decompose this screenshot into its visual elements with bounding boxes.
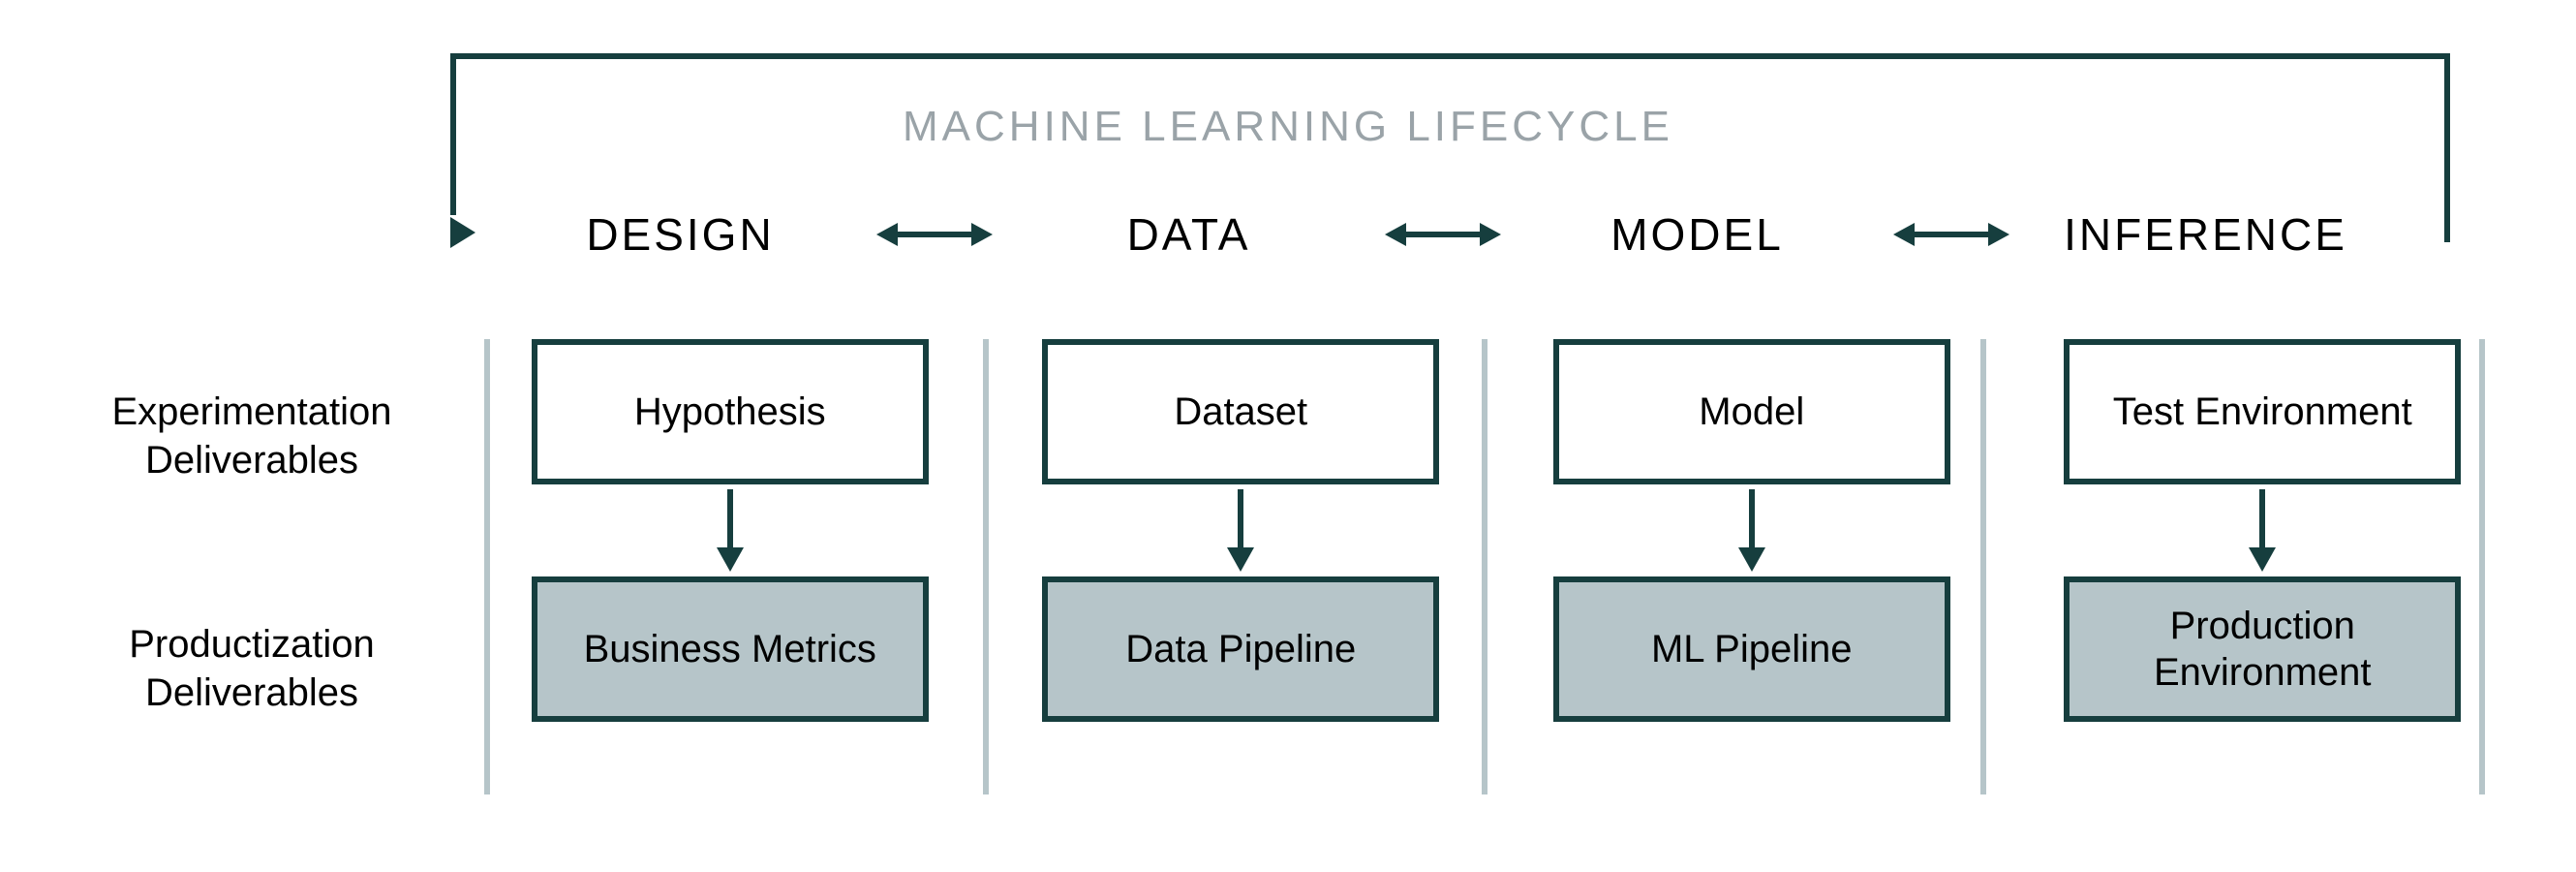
box-ml-pipeline: ML Pipeline xyxy=(1553,576,1950,722)
column-model: Model ML Pipeline xyxy=(1496,339,2008,722)
stage-data: DATA xyxy=(1002,208,1375,261)
bi-arrow-icon xyxy=(1385,217,1501,252)
stage-model: MODEL xyxy=(1511,208,1884,261)
column-design: Hypothesis Business Metrics xyxy=(475,339,986,722)
arrow-down-icon xyxy=(715,489,746,572)
stage-design: DESIGN xyxy=(494,208,867,261)
arrow-down-icon xyxy=(2247,489,2278,572)
row-label-productization: Productization Deliverables xyxy=(58,620,445,717)
box-test-environment: Test Environment xyxy=(2064,339,2461,484)
arrow-down-icon xyxy=(1225,489,1256,572)
box-model: Model xyxy=(1553,339,1950,484)
arrow-down-icon xyxy=(1736,489,1767,572)
bi-arrow-icon xyxy=(1893,217,2009,252)
arrowhead-right-icon xyxy=(450,217,475,248)
row-label-experimentation: Experimentation Deliverables xyxy=(58,388,445,484)
column-inference: Test Environment Production Environment xyxy=(2008,339,2519,722)
box-production-environment: Production Environment xyxy=(2064,576,2461,722)
deliverables-grid: Hypothesis Business Metrics Dataset Data… xyxy=(475,339,2518,722)
box-dataset: Dataset xyxy=(1042,339,1439,484)
box-business-metrics: Business Metrics xyxy=(532,576,929,722)
diagram-title: MACHINE LEARNING LIFECYCLE xyxy=(0,103,2576,151)
box-data-pipeline: Data Pipeline xyxy=(1042,576,1439,722)
box-hypothesis: Hypothesis xyxy=(532,339,929,484)
column-data: Dataset Data Pipeline xyxy=(986,339,1497,722)
bi-arrow-icon xyxy=(876,217,993,252)
stage-row: DESIGN DATA MODEL INFERENCE xyxy=(494,208,2392,261)
stage-inference: INFERENCE xyxy=(2019,208,2392,261)
